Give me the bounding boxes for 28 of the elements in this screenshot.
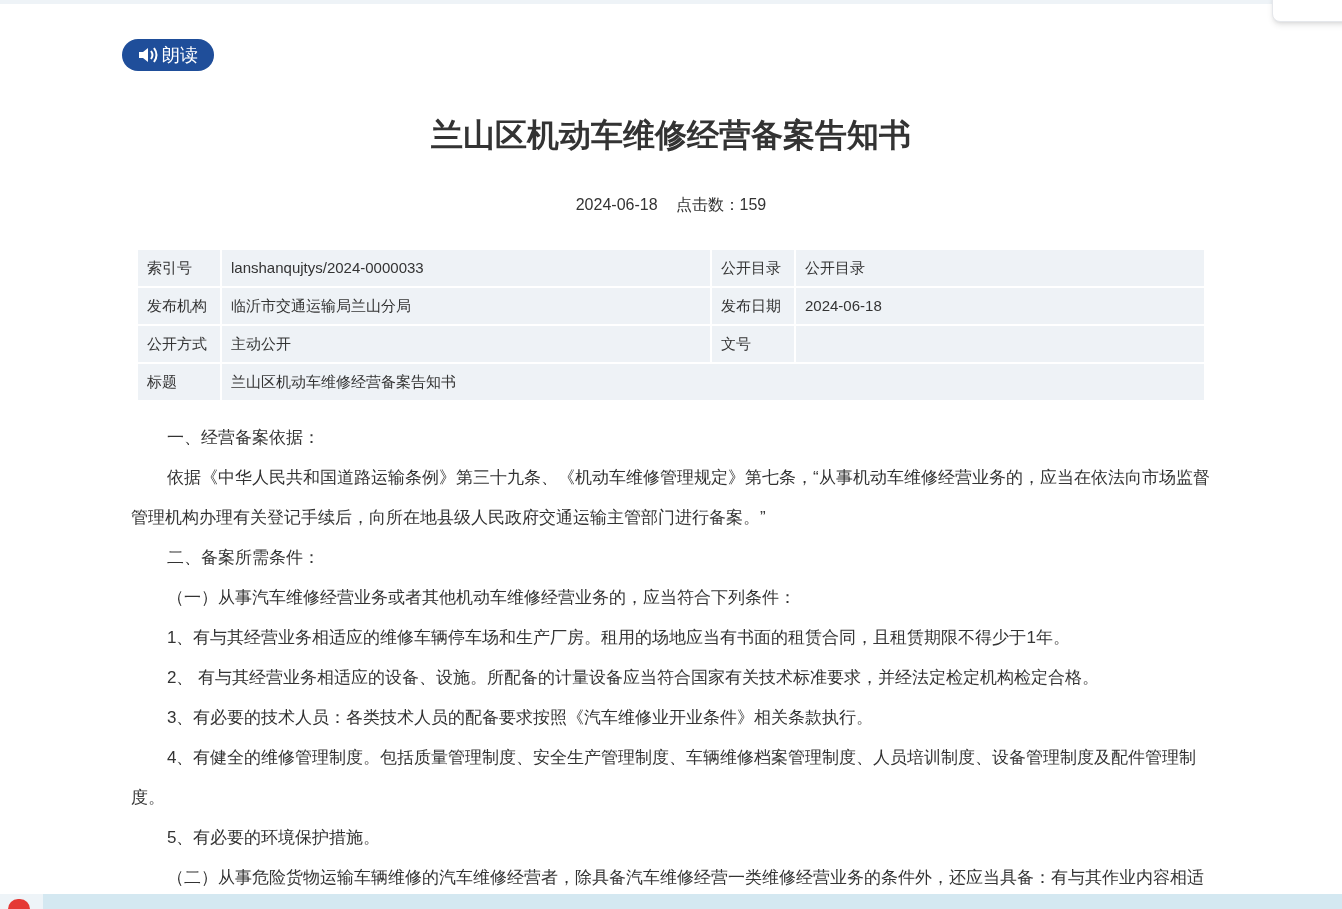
table-label: 公开目录 — [712, 250, 794, 286]
table-value: 临沂市交通运输局兰山分局 — [222, 288, 710, 324]
article-title: 兰山区机动车维修经营备案告知书 — [430, 116, 912, 155]
read-aloud-button[interactable]: 朗读 — [122, 39, 214, 71]
publish-date: 2024-06-18 — [575, 195, 658, 215]
paragraph: 4、有健全的维修管理制度。包括质量管理制度、安全生产管理制度、车辆维修档案管理制度、人员培训制度、设备管理制度及配件管理制度。 — [131, 747, 1198, 809]
table-value: lanshanqujtys/2024-0000033 — [222, 250, 710, 286]
speaker-icon — [138, 46, 158, 64]
table-value: 公开目录 — [796, 250, 1204, 286]
table-label: 文号 — [712, 326, 794, 362]
paragraph: （二）从事危险货物运输车辆维修的汽车维修经营者，除具备汽车维修经营一类维修经营业务的条件外，还应当具备：有与其作业内容相适 — [166, 867, 1205, 889]
paragraph: 1、有与其经营业务相适应的维修车辆停车场和生产厂房。租用的场地应当有书面的租赁合同，且租赁期限不得少于1年。 — [166, 627, 1071, 649]
table-label: 公开方式 — [138, 326, 220, 362]
table-label: 标题 — [138, 364, 220, 400]
table-value: 主动公开 — [222, 326, 710, 362]
paragraph: 一、经营备案依据： — [166, 427, 321, 449]
paragraph: 3、有必要的技术人员：各类技术人员的配备要求按照《汽车维修业开业条件》相关条款执行。 — [166, 707, 875, 729]
paragraph: 5、有必要的环境保护措施。 — [166, 827, 382, 849]
paragraph: 依据《中华人民共和国道路运输条例》第三十九条、《机动车维修管理规定》第七条，“从事机动车维修经营业务的，应当在依法向市场监督管理机构办理有关登记手续后，向所在地县级人民政府交通运输主管部门进行备案。” — [131, 467, 1211, 529]
hit-count: 点击数：159 — [675, 195, 767, 215]
paragraph: 2、 有与其经营业务相适应的设备、设施。所配备的计量设备应当符合国家有关技术标准要求，并经法定检定机构检定合格。 — [166, 667, 1101, 689]
paragraph: （一）从事汽车维修经营业务或者其他机动车维修经营业务的，应当符合下列条件： — [166, 587, 797, 609]
table-label: 索引号 — [138, 250, 220, 286]
table-value: 2024-06-18 — [796, 288, 1204, 324]
paragraph: 二、备案所需条件： — [166, 547, 321, 569]
table-value: 兰山区机动车维修经营备案告知书 — [222, 364, 1204, 400]
table-label: 发布日期 — [712, 288, 794, 324]
table-label: 发布机构 — [138, 288, 220, 324]
